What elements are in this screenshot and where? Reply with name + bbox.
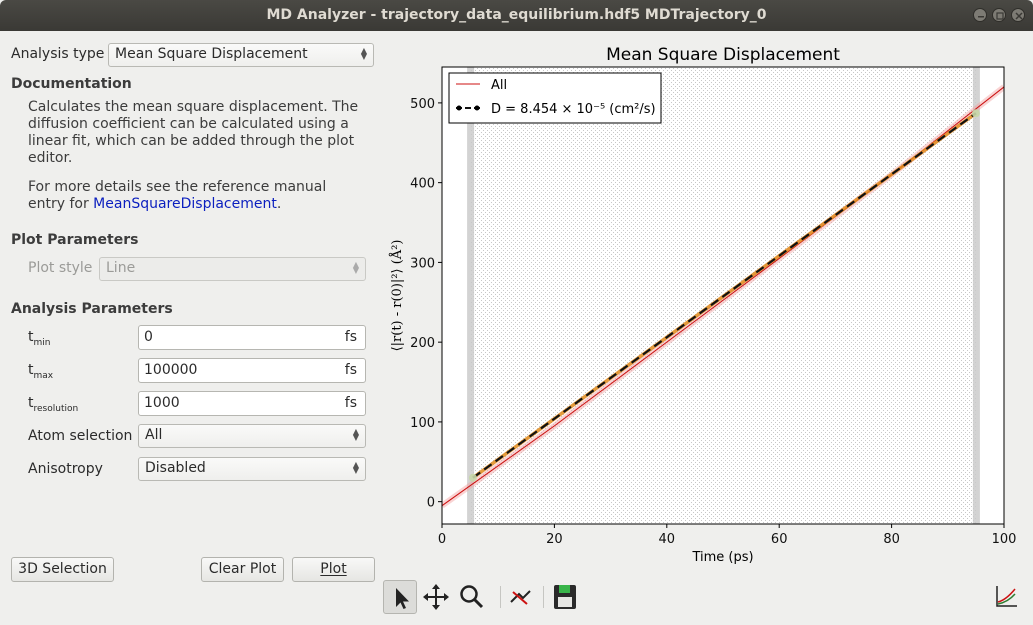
tmax-unit: fs (344, 362, 357, 378)
x-tick-label: 40 (659, 532, 676, 547)
tmin-unit: fs (344, 329, 357, 345)
pan-icon (423, 584, 449, 610)
tmin-label: tmin (28, 329, 51, 348)
plot-style-combo[interactable]: Line ▲ ▼ (99, 257, 366, 281)
toolbar-separator (543, 586, 544, 608)
x-tick-label: 100 (992, 532, 1017, 547)
analysis-type-label: Analysis type (11, 46, 105, 62)
analysis-type-value: Mean Square Displacement (115, 46, 308, 62)
tmax-label: tmax (28, 362, 54, 381)
zoom-icon (460, 585, 484, 609)
anisotropy-combo[interactable]: Disabled ▲ ▼ (138, 457, 366, 481)
chart-title: Mean Square Displacement (606, 45, 840, 65)
pointer-icon (396, 588, 409, 609)
atom-selection-label: Atom selection (28, 428, 133, 444)
x-tick-label: 80 (883, 532, 900, 547)
plot-style-value: Line (106, 260, 136, 276)
plot-button[interactable]: Plot (292, 557, 375, 582)
documentation-heading: Documentation (11, 76, 132, 92)
plot-area[interactable]: 0 20 40 60 80 100 0 100 200 300 400 500 Mean Square … (383, 38, 1033, 583)
x-tick-label: 20 (546, 532, 563, 547)
analysis-parameters-heading: Analysis Parameters (11, 301, 173, 317)
pointer-tool-button[interactable] (383, 580, 417, 614)
chart-legend: All D = 8.454 × 10⁻⁵ (cm²/s) (448, 72, 662, 124)
y-tick-label: 300 (410, 256, 435, 271)
fit-end-marker (971, 109, 980, 118)
spin-arrows-icon: ▲ ▼ (360, 46, 367, 61)
y-tick-label: 200 (410, 336, 435, 351)
legend-fit-label: D = 8.454 × 10⁻⁵ (cm²/s) (491, 102, 656, 117)
fit-start-marker (468, 473, 477, 482)
minimize-button[interactable] (973, 8, 987, 22)
atom-selection-combo[interactable]: All ▲ ▼ (138, 424, 366, 448)
atom-selection-value: All (145, 427, 163, 443)
3d-selection-button[interactable]: 3D Selection (11, 557, 114, 582)
tmin-input[interactable]: 0 fs (138, 325, 366, 350)
tmax-value: 100000 (144, 362, 198, 378)
legend-all-label: All (491, 78, 507, 93)
documentation-text: Calculates the mean square displacement.… (28, 99, 359, 166)
save-icon (554, 585, 576, 609)
window-title: MD Analyzer - trajectory_data_equilibriu… (266, 7, 767, 23)
tresolution-label: tresolution (28, 395, 79, 414)
plot-style-label: Plot style (28, 260, 93, 276)
msd-chart[interactable]: 0 20 40 60 80 100 0 100 200 300 400 500 Mean Square … (383, 38, 1033, 583)
y-tick-label: 0 (427, 496, 435, 511)
tresolution-value: 1000 (144, 395, 180, 411)
toolbar-separator (500, 586, 501, 608)
plot-settings-button[interactable] (988, 580, 1022, 614)
tresolution-unit: fs (344, 395, 357, 411)
clear-plot-button[interactable]: Clear Plot (201, 557, 284, 582)
pan-tool-button[interactable] (419, 580, 453, 614)
fit-range-min-handle (467, 67, 475, 524)
tmin-value: 0 (144, 329, 153, 345)
fit-tool-button[interactable] (503, 580, 537, 614)
reference-suffix: . (276, 196, 282, 212)
x-tick-label: 0 (438, 532, 446, 547)
legend-fit-marker (474, 105, 480, 111)
documentation-reference: For more details see the reference manua… (28, 179, 363, 213)
maximize-button[interactable] (992, 8, 1006, 22)
anisotropy-value: Disabled (145, 460, 206, 476)
x-tick-label: 60 (771, 532, 788, 547)
legend-fit-marker (456, 105, 462, 111)
analysis-type-combo[interactable]: Mean Square Displacement ▲ ▼ (108, 43, 374, 67)
spin-arrows-icon: ▲ ▼ (352, 460, 359, 475)
fit-icon (510, 590, 531, 605)
maximize-icon (996, 12, 1004, 20)
x-axis-label: Time (ps) (691, 550, 753, 565)
plot-settings-icon (996, 586, 1017, 607)
fit-range-max-handle (972, 67, 980, 524)
tresolution-input[interactable]: 1000 fs (138, 391, 366, 416)
close-button[interactable] (1011, 8, 1025, 22)
y-tick-label: 500 (410, 97, 435, 112)
spin-arrows-icon: ▲ ▼ (352, 260, 359, 275)
y-tick-label: 100 (410, 416, 435, 431)
spin-arrows-icon: ▲ ▼ (352, 427, 359, 442)
plot-parameters-heading: Plot Parameters (11, 232, 139, 248)
zoom-tool-button[interactable] (455, 580, 489, 614)
y-axis-label: ⟨|r(t) - r(0)|²⟩ (Å²) (389, 240, 405, 352)
minimize-icon (978, 16, 984, 18)
window-titlebar: MD Analyzer - trajectory_data_equilibriu… (0, 0, 1033, 31)
anisotropy-label: Anisotropy (28, 461, 103, 477)
save-tool-button[interactable] (548, 580, 582, 614)
close-icon (1015, 12, 1023, 20)
y-tick-label: 400 (410, 177, 435, 192)
reference-link[interactable]: MeanSquareDisplacement (93, 196, 277, 212)
tmax-input[interactable]: 100000 fs (138, 358, 366, 383)
